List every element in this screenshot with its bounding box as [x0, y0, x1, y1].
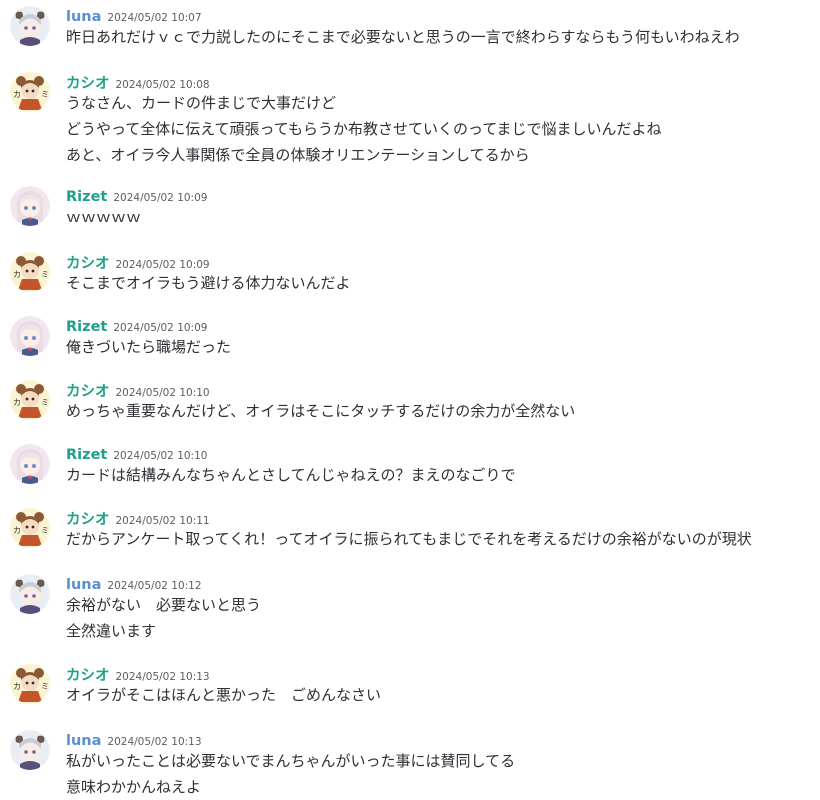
message-text: 私がいったことは必要ないでまんちゃんがいった事には賛同してる — [66, 752, 516, 770]
rizet-avatar-icon[interactable] — [10, 186, 50, 226]
username[interactable]: カシオ — [66, 668, 110, 684]
timestamp: 2024/05/02 10:09 — [115, 259, 210, 271]
luna-avatar-icon[interactable] — [10, 6, 50, 46]
message-text: めっちゃ重要なんだけど、オイラはそこにタッチするだけの余力が全然ない — [66, 402, 576, 420]
message-text: カードは結構みんなちゃんとさしてんじゃねえの？まえのなごりで — [66, 466, 516, 484]
message-text: うなさん、カードの件まじで大事だけど — [66, 94, 337, 112]
message-text: 余裕がない 必要ないと思う — [66, 596, 262, 614]
message-text: ｗｗｗｗｗ — [66, 208, 142, 226]
svg-text:ミ: ミ — [41, 398, 49, 407]
message-text: 意味わかかんねえよ — [66, 778, 202, 796]
message-header: luna 2024/05/02 10:07 — [66, 6, 202, 26]
message-header: Rizet 2024/05/02 10:09 — [66, 316, 207, 336]
timestamp: 2024/05/02 10:13 — [107, 736, 202, 748]
username[interactable]: Rizet — [66, 447, 107, 463]
timestamp: 2024/05/02 10:09 — [113, 192, 208, 204]
timestamp: 2024/05/02 10:13 — [115, 671, 210, 683]
message-text: 昨日あれだけｖｃで力説したのにそこまで必要ないと思うの一言で終わらすならもう何も… — [66, 28, 740, 46]
message-text: そこまでオイラもう避ける体力ないんだよ — [66, 274, 351, 292]
message-text: だからアンケート取ってくれ！ってオイラに振られてもまじでそれを考えるだけの余裕が… — [66, 530, 752, 548]
username[interactable]: カシオ — [66, 76, 110, 92]
message-text: どうやって全体に伝えて頑張ってもらうか布教させていくのってまじで悩ましいんだよね — [66, 120, 662, 138]
message-text: あと、オイラ今人事関係で全員の体験オリエンテーションしてるから — [66, 146, 530, 164]
timestamp: 2024/05/02 10:12 — [107, 580, 202, 592]
username[interactable]: Rizet — [66, 189, 107, 205]
kashio-avatar-icon[interactable]: カミ — [10, 252, 50, 292]
kashio-avatar-icon[interactable]: カミ — [10, 664, 50, 704]
username[interactable]: カシオ — [66, 384, 110, 400]
luna-avatar-icon[interactable] — [10, 574, 50, 614]
username[interactable]: Rizet — [66, 319, 107, 335]
timestamp: 2024/05/02 10:09 — [113, 322, 208, 334]
timestamp: 2024/05/02 10:08 — [115, 79, 210, 91]
message-text: 俺きづいたら職場だった — [66, 338, 232, 356]
svg-text:カ: カ — [13, 270, 21, 279]
timestamp: 2024/05/02 10:11 — [115, 515, 210, 527]
timestamp: 2024/05/02 10:07 — [107, 12, 202, 24]
svg-text:ミ: ミ — [41, 90, 49, 99]
luna-avatar-icon[interactable] — [10, 730, 50, 770]
message-header: luna 2024/05/02 10:12 — [66, 574, 202, 594]
username[interactable]: カシオ — [66, 512, 110, 528]
svg-text:カ: カ — [13, 90, 21, 99]
message-header: カシオ 2024/05/02 10:10 — [66, 380, 210, 400]
message-header: カシオ 2024/05/02 10:08 — [66, 72, 210, 92]
message-header: Rizet 2024/05/02 10:09 — [66, 186, 207, 206]
timestamp: 2024/05/02 10:10 — [115, 387, 210, 399]
message-header: カシオ 2024/05/02 10:13 — [66, 664, 210, 684]
kashio-avatar-icon[interactable]: カミ — [10, 72, 50, 112]
username[interactable]: luna — [66, 9, 101, 25]
kashio-avatar-icon[interactable]: カミ — [10, 380, 50, 420]
message-header: luna 2024/05/02 10:13 — [66, 730, 202, 750]
kashio-avatar-icon[interactable]: カミ — [10, 508, 50, 548]
svg-text:カ: カ — [13, 398, 21, 407]
message-text: オイラがそこはほんと悪かった ごめんなさい — [66, 686, 382, 704]
svg-text:カ: カ — [13, 682, 21, 691]
username[interactable]: luna — [66, 577, 101, 593]
message-header: Rizet 2024/05/02 10:10 — [66, 444, 207, 464]
rizet-avatar-icon[interactable] — [10, 316, 50, 356]
username[interactable]: luna — [66, 733, 101, 749]
rizet-avatar-icon[interactable] — [10, 444, 50, 484]
message-text: 全然違います — [66, 622, 157, 640]
svg-text:ミ: ミ — [41, 526, 49, 535]
message-header: カシオ 2024/05/02 10:09 — [66, 252, 210, 272]
username[interactable]: カシオ — [66, 256, 110, 272]
message-header: カシオ 2024/05/02 10:11 — [66, 508, 210, 528]
svg-text:ミ: ミ — [41, 270, 49, 279]
timestamp: 2024/05/02 10:10 — [113, 450, 208, 462]
svg-text:カ: カ — [13, 526, 21, 535]
svg-text:ミ: ミ — [41, 682, 49, 691]
